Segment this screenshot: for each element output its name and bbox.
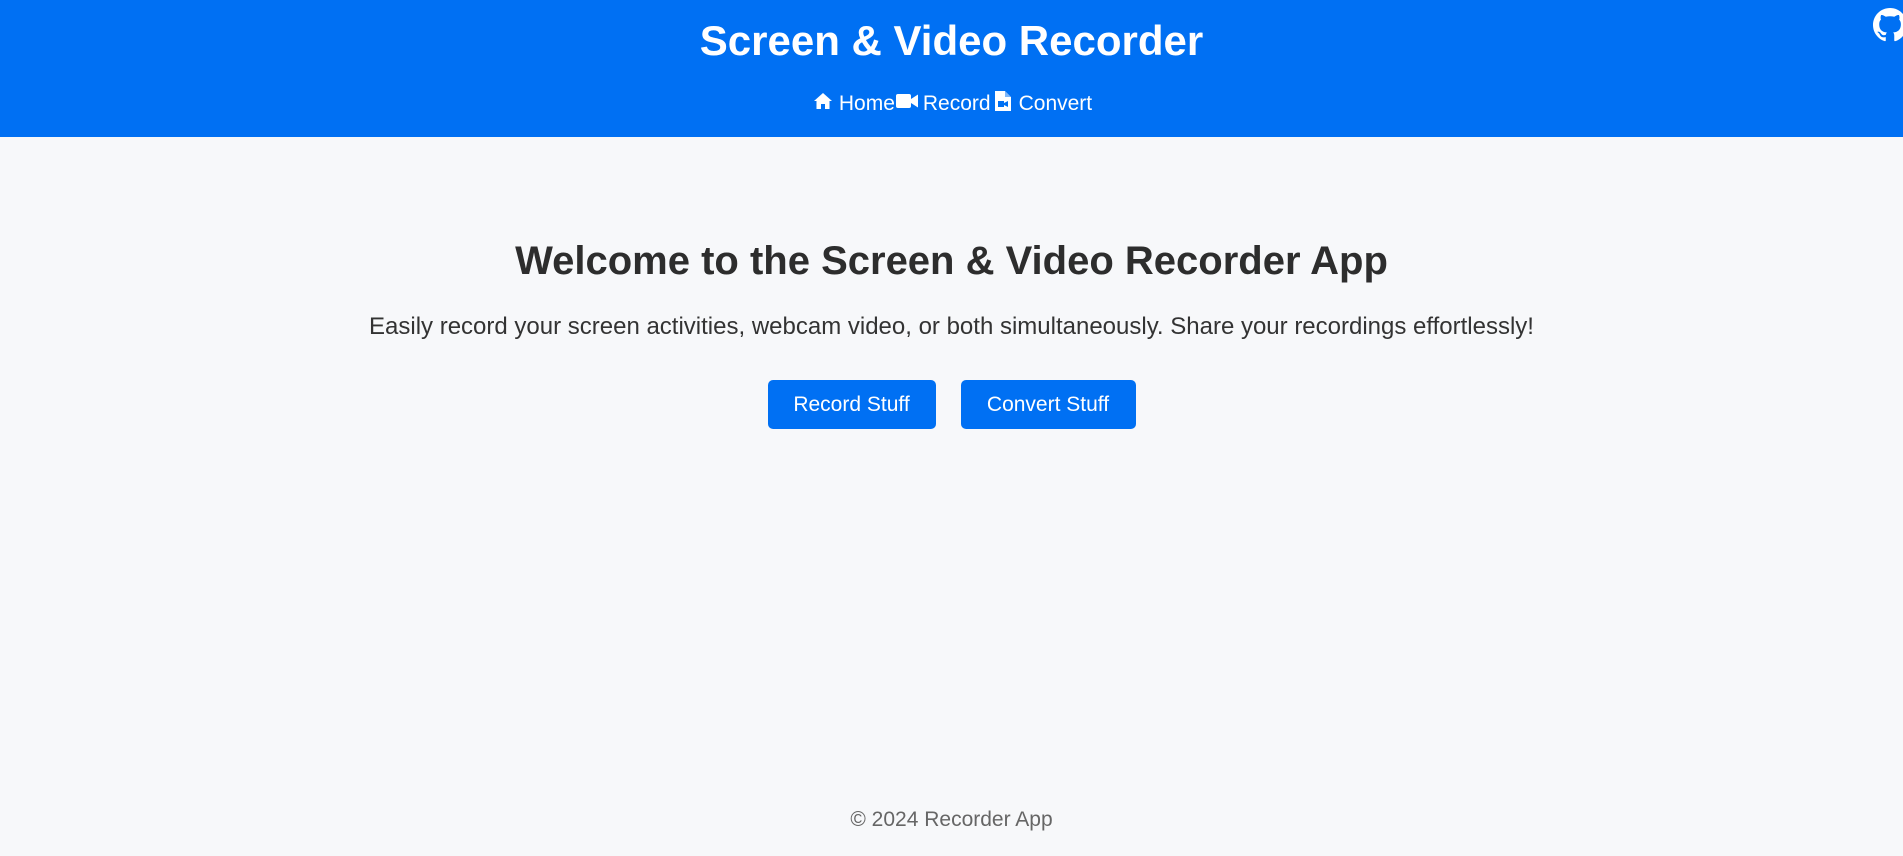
main-nav: Home Record Convert — [0, 90, 1903, 118]
footer-copyright: © 2024 Recorder App — [850, 808, 1053, 831]
home-icon — [811, 89, 835, 113]
file-video-icon — [991, 89, 1015, 113]
action-buttons: Record Stuff Convert Stuff — [0, 380, 1903, 429]
nav-item-record[interactable]: Record — [895, 90, 991, 118]
nav-label-convert: Convert — [1018, 92, 1093, 115]
main-content: Welcome to the Screen & Video Recorder A… — [0, 137, 1903, 777]
nav-item-home[interactable]: Home — [811, 90, 895, 118]
welcome-subtitle: Easily record your screen activities, we… — [369, 313, 1534, 340]
top-header: Screen & Video Recorder Home Record Conv… — [0, 0, 1903, 137]
record-stuff-button[interactable]: Record Stuff — [767, 380, 936, 429]
nav-label-home: Home — [838, 92, 895, 115]
convert-stuff-button[interactable]: Convert Stuff — [960, 380, 1136, 429]
nav-item-convert[interactable]: Convert — [991, 89, 1093, 118]
github-icon — [1873, 8, 1903, 42]
nav-label-record: Record — [922, 92, 991, 115]
github-link[interactable] — [1873, 8, 1903, 42]
footer: © 2024 Recorder App — [0, 806, 1903, 834]
app-title: Screen & Video Recorder — [699, 17, 1204, 64]
video-camera-icon — [895, 89, 919, 113]
welcome-heading: Welcome to the Screen & Video Recorder A… — [515, 239, 1388, 283]
